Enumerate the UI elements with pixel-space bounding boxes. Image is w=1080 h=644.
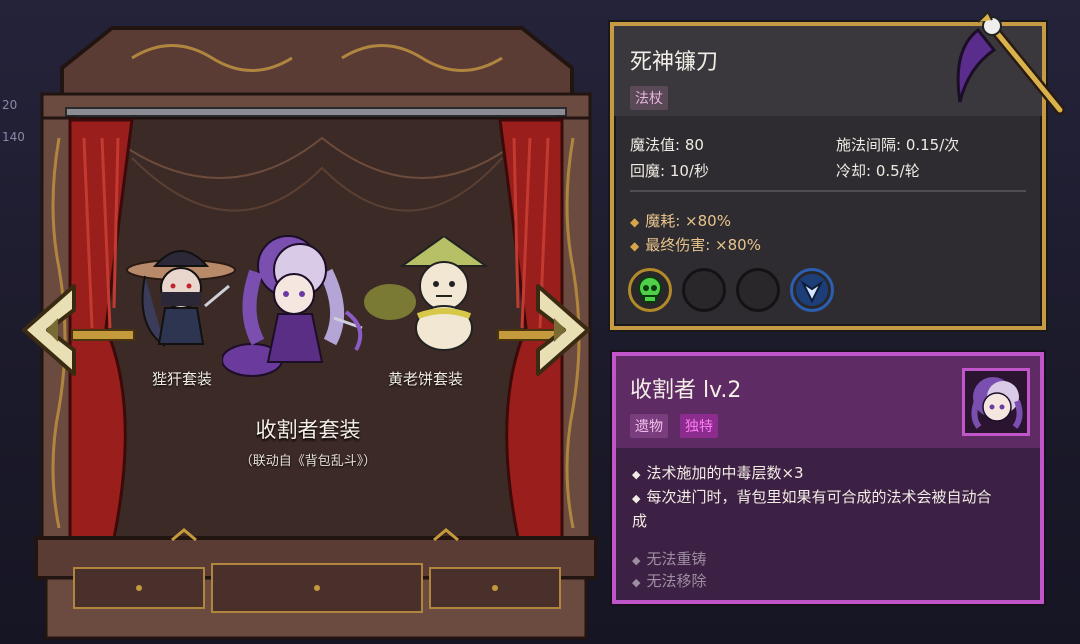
relic-note-no-remove: 无法移除 (646, 572, 707, 590)
green-skull-icon (638, 276, 662, 303)
set-subtitle: （联动自《背包乱斗》） (239, 454, 377, 469)
item-name: 死神镰刀 (630, 50, 719, 75)
modifier-row: ◆ 最终伤害: ×80% (630, 234, 761, 255)
reaper-costume-figure[interactable] (222, 232, 372, 384)
diamond-bullet-icon: ◆ (632, 492, 641, 505)
relic-unique-tag: 独特 (680, 414, 718, 438)
relic-name: 收割者 lv.2 (630, 378, 742, 403)
relic-portrait (962, 368, 1030, 436)
costume-label-left: 狴犴套装 (152, 370, 213, 388)
side-counter-top: 20 (2, 98, 18, 112)
relic-note-row: ◆ 无法移除 (632, 570, 706, 591)
modifier-row: ◆ 魔耗: ×80% (630, 210, 731, 231)
item-type-tag: 法杖 (630, 86, 668, 110)
relic-note-no-reforge: 无法重铸 (646, 550, 707, 568)
set-title: 收割者套装 (255, 418, 361, 442)
modifier-mana-cost: 魔耗: ×80% (645, 212, 731, 230)
next-costume-button[interactable] (534, 282, 594, 378)
prev-costume-button[interactable] (18, 282, 78, 378)
relic-effect-text: 法术施加的中毒层数×3 (646, 464, 804, 482)
relic-effect-text: 每次进门时，背包里如果有可合成的法术会被自动合成 (632, 488, 992, 530)
modifier-final-damage: 最终伤害: ×80% (645, 236, 761, 254)
diamond-bullet-icon: ◆ (632, 554, 641, 567)
spell-slot-2[interactable] (682, 268, 726, 312)
relic-type-tag: 遗物 (630, 414, 668, 438)
stat-mana: 魔法值: 80 (630, 136, 704, 154)
huang-laobing-costume-figure[interactable] (362, 236, 488, 354)
relic-effect-1: ◆ 法术施加的中毒层数×3 (632, 462, 1022, 486)
diamond-bullet-icon: ◆ (630, 239, 640, 253)
spell-slot-4[interactable] (790, 268, 834, 312)
relic-effect-2: ◆ 每次进门时，背包里如果有可合成的法术会被自动合成 (632, 486, 1004, 533)
spell-slot-1[interactable] (628, 268, 672, 312)
relic-info-panel: 收割者 lv.2 遗物 独特 ◆ 法术施加的中毒层数×3 ◆ 每次进门时，背包里如果… (612, 352, 1044, 604)
diamond-bullet-icon: ◆ (632, 468, 641, 481)
diamond-bullet-icon: ◆ (632, 576, 641, 589)
blue-crystal-icon (796, 274, 828, 306)
costume-label-right: 黄老饼套装 (388, 370, 464, 388)
diamond-bullet-icon: ◆ (630, 215, 640, 229)
stat-mana-regen: 回魔: 10/秒 (630, 162, 709, 180)
scythe-icon (956, 10, 1065, 115)
spell-slot-3[interactable] (736, 268, 780, 312)
stat-cast-interval: 施法间隔: 0.15/次 (836, 136, 960, 154)
reaper-portrait-icon (971, 377, 1023, 429)
relic-note-row: ◆ 无法重铸 (632, 548, 706, 569)
stats-divider (630, 190, 1026, 192)
stat-cooldown: 冷却: 0.5/轮 (836, 162, 920, 180)
